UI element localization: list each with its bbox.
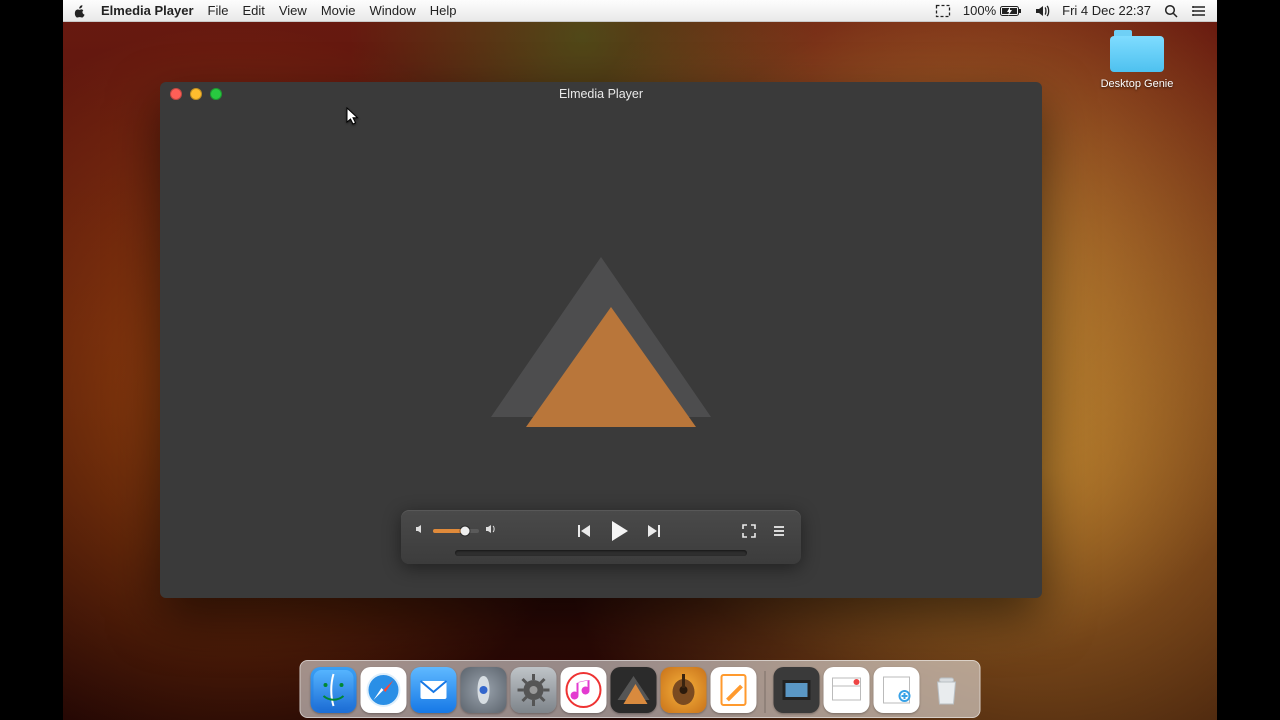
volume-mute-icon[interactable] bbox=[415, 522, 427, 540]
folder-icon bbox=[1110, 30, 1164, 72]
dock-stack-2[interactable] bbox=[824, 667, 870, 713]
next-button[interactable] bbox=[646, 522, 664, 540]
cursor-icon bbox=[346, 107, 360, 132]
menubar-app-name[interactable]: Elmedia Player bbox=[101, 3, 194, 18]
window-titlebar[interactable]: Elmedia Player bbox=[160, 82, 1042, 106]
dock-trash[interactable] bbox=[924, 667, 970, 713]
playlist-button[interactable] bbox=[771, 523, 787, 539]
menu-window[interactable]: Window bbox=[370, 3, 416, 18]
menu-view[interactable]: View bbox=[279, 3, 307, 18]
dock-stack-1[interactable] bbox=[774, 667, 820, 713]
menubar-clock[interactable]: Fri 4 Dec 22:37 bbox=[1062, 3, 1151, 18]
seek-bar[interactable] bbox=[455, 550, 747, 556]
window-zoom-button[interactable] bbox=[210, 88, 222, 100]
notification-center-icon[interactable] bbox=[1191, 3, 1207, 19]
dock-launchpad[interactable] bbox=[461, 667, 507, 713]
desktop-item-label: Desktop Genie bbox=[1097, 78, 1177, 90]
window-minimize-button[interactable] bbox=[190, 88, 202, 100]
window-close-button[interactable] bbox=[170, 88, 182, 100]
menu-help[interactable]: Help bbox=[430, 3, 457, 18]
apple-menu-icon[interactable] bbox=[73, 4, 87, 18]
previous-button[interactable] bbox=[574, 522, 592, 540]
volume-control[interactable] bbox=[415, 522, 497, 540]
dock-finder[interactable] bbox=[311, 667, 357, 713]
dock-mail[interactable] bbox=[411, 667, 457, 713]
desktop: Elmedia Player File Edit View Movie Wind… bbox=[63, 0, 1217, 720]
volume-slider[interactable] bbox=[433, 529, 479, 533]
elmedia-logo-icon bbox=[486, 252, 716, 452]
screen-capture-icon[interactable] bbox=[935, 3, 951, 19]
dock-elmedia-player[interactable] bbox=[611, 667, 657, 713]
menubar: Elmedia Player File Edit View Movie Wind… bbox=[63, 0, 1217, 22]
volume-max-icon[interactable] bbox=[485, 522, 497, 540]
dock-system-preferences[interactable] bbox=[511, 667, 557, 713]
menu-movie[interactable]: Movie bbox=[321, 3, 356, 18]
menu-file[interactable]: File bbox=[208, 3, 229, 18]
dock bbox=[300, 660, 981, 718]
dock-safari[interactable] bbox=[361, 667, 407, 713]
player-controls bbox=[401, 510, 801, 564]
dock-itunes[interactable] bbox=[561, 667, 607, 713]
window-title: Elmedia Player bbox=[559, 87, 643, 101]
elmedia-window: Elmedia Player bbox=[160, 82, 1042, 598]
dock-garageband[interactable] bbox=[661, 667, 707, 713]
battery-status[interactable]: 100% bbox=[963, 3, 1022, 18]
battery-percent-label: 100% bbox=[963, 3, 996, 18]
letterbox-right bbox=[1217, 0, 1280, 720]
letterbox-left bbox=[0, 0, 63, 720]
desktop-item-desktop-genie[interactable]: Desktop Genie bbox=[1097, 30, 1177, 90]
fullscreen-button[interactable] bbox=[741, 523, 757, 539]
spotlight-icon[interactable] bbox=[1163, 3, 1179, 19]
volume-menu-icon[interactable] bbox=[1034, 3, 1050, 19]
menu-edit[interactable]: Edit bbox=[242, 3, 264, 18]
dock-separator bbox=[765, 671, 766, 713]
play-button[interactable] bbox=[606, 518, 632, 544]
dock-pages[interactable] bbox=[711, 667, 757, 713]
dock-stack-3[interactable] bbox=[874, 667, 920, 713]
